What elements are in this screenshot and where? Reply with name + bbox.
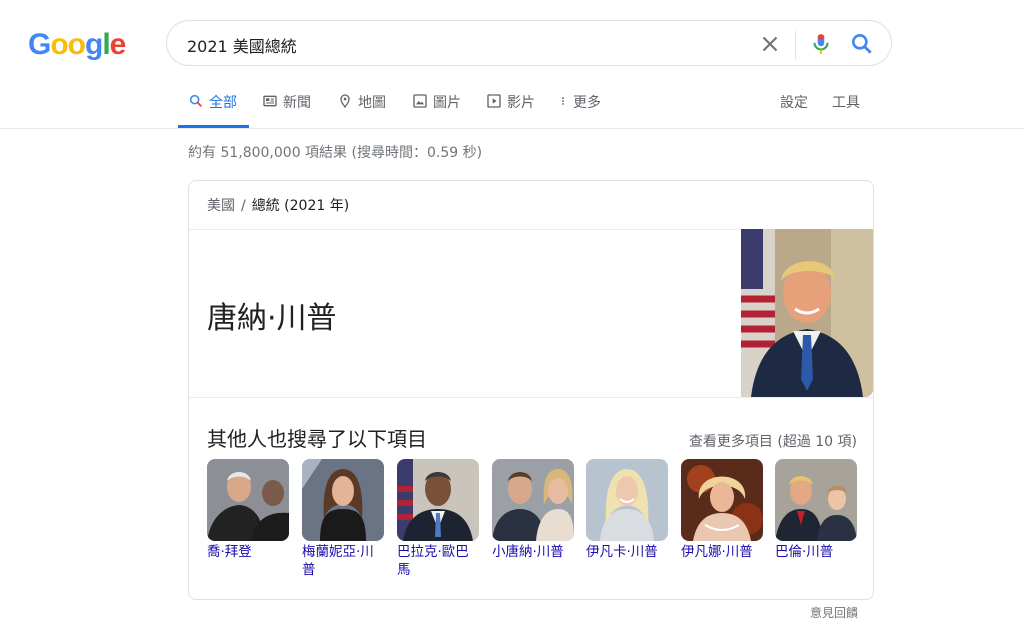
result-stats: 約有 51,800,000 項結果 (搜尋時間：0.59 秒) (188, 145, 483, 161)
person-item[interactable]: 巴拉克·歐巴馬 (397, 459, 479, 579)
logo-letter: G (28, 28, 51, 61)
person-thumbnail[interactable] (681, 459, 763, 541)
logo-letter: o (50, 28, 68, 61)
person-name[interactable]: 巴倫·川普 (775, 543, 857, 561)
answer-portrait[interactable] (741, 229, 873, 397)
person-name[interactable]: 伊凡卡·川普 (586, 543, 668, 561)
logo-letter: l (102, 28, 110, 61)
search-icon[interactable] (849, 31, 875, 57)
person-name[interactable]: 伊凡娜·川普 (681, 543, 763, 561)
breadcrumb: 美國 / 總統 (2021 年) (207, 195, 349, 215)
person-item[interactable]: 梅蘭妮亞·川普 (302, 459, 384, 579)
tab-label: 更多 (573, 95, 601, 111)
person-name[interactable]: 小唐納·川普 (492, 543, 574, 561)
logo-letter: o (67, 28, 86, 61)
tab-videos[interactable]: 影片 (486, 92, 535, 128)
tab-more[interactable]: 更多 (558, 92, 601, 128)
person-item[interactable]: 喬·拜登 (207, 459, 289, 561)
tab-label: 地圖 (358, 95, 386, 111)
tab-label: 圖片 (433, 95, 461, 111)
clear-icon[interactable] (757, 31, 783, 57)
person-thumbnail[interactable] (775, 459, 857, 541)
news-icon (263, 95, 277, 107)
tab-label: 全部 (209, 95, 237, 111)
search-tabs: 全部 新聞 地圖 圖片 影片 更多 設定 工具 (0, 84, 1024, 129)
tab-label: 新聞 (283, 95, 311, 111)
logo-letter: g (85, 28, 103, 61)
breadcrumb-topic[interactable]: 總統 (2021 年) (252, 198, 349, 214)
search-icon (189, 94, 202, 107)
person-item[interactable]: 伊凡娜·川普 (681, 459, 763, 561)
person-thumbnail[interactable] (302, 459, 384, 541)
person-name[interactable]: 梅蘭妮亞·川普 (302, 543, 384, 579)
portrait-image (741, 229, 873, 397)
tab-label: 影片 (507, 95, 535, 111)
answer-card: 美國 / 總統 (2021 年) 唐納·川普 其他人也搜尋了以下項目 查看更多項目 … (188, 180, 874, 600)
person-item[interactable]: 伊凡卡·川普 (586, 459, 668, 561)
tab-maps[interactable]: 地圖 (337, 92, 386, 128)
person-thumbnail[interactable] (586, 459, 668, 541)
people-also-search-title: 其他人也搜尋了以下項目 (207, 427, 427, 451)
settings-link[interactable]: 設定 (780, 92, 808, 112)
logo-letter: e (109, 28, 127, 61)
tab-news[interactable]: 新聞 (262, 92, 311, 128)
search-input[interactable]: 2021 美國總統 (187, 33, 297, 57)
search-box[interactable]: 2021 美國總統 (166, 20, 892, 66)
video-icon (487, 94, 501, 108)
google-logo[interactable]: Google (28, 28, 127, 62)
person-thumbnail[interactable] (207, 459, 289, 541)
image-icon (413, 94, 427, 108)
person-item[interactable]: 小唐納·川普 (492, 459, 574, 561)
breadcrumb-country[interactable]: 美國 (207, 198, 235, 214)
person-name[interactable]: 巴拉克·歐巴馬 (397, 543, 479, 579)
person-item[interactable]: 巴倫·川普 (775, 459, 857, 561)
person-name[interactable]: 喬·拜登 (207, 543, 289, 561)
person-thumbnail[interactable] (492, 459, 574, 541)
person-thumbnail[interactable] (397, 459, 479, 541)
breadcrumb-separator: / (241, 198, 246, 214)
answer-title: 唐納·川普 (207, 301, 337, 336)
tools-link[interactable]: 工具 (832, 92, 860, 112)
microphone-icon[interactable] (808, 31, 834, 57)
tab-all[interactable]: 全部 (178, 92, 249, 128)
map-pin-icon (340, 94, 350, 109)
divider (189, 397, 873, 398)
more-vert-icon (562, 97, 564, 105)
see-more-link[interactable]: 查看更多項目 (超過 10 項) (689, 431, 857, 451)
feedback-link[interactable]: 意見回饋 (810, 604, 858, 621)
tab-images[interactable]: 圖片 (412, 92, 461, 128)
search-divider (795, 31, 796, 59)
